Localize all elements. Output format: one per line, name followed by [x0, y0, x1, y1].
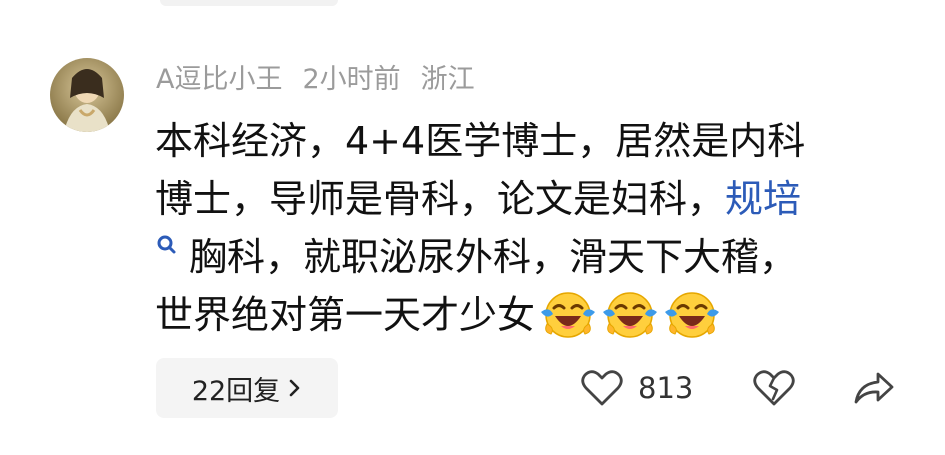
dislike-button[interactable]	[752, 366, 796, 410]
previous-reply-button-edge[interactable]	[160, 0, 338, 6]
comment-line-3-text: 胸科，就职泌尿外科，滑天下大稽，	[189, 235, 798, 279]
comment-line-4-text: 世界绝对第一天才少女	[155, 293, 536, 337]
share-button[interactable]	[852, 366, 896, 410]
comment-meta: A逗比小王 2小时前 浙江	[156, 60, 495, 100]
avatar[interactable]	[50, 58, 124, 132]
laughing-crying-emoji-icon	[663, 288, 721, 340]
laughing-crying-emoji-icon	[539, 288, 597, 340]
laughing-crying-emoji-icon	[601, 288, 659, 340]
broken-heart-icon	[752, 368, 796, 408]
comment-line-2: 博士，导师是骨科，论文是妇科，规培	[155, 170, 915, 228]
like-button[interactable]: 813	[580, 366, 693, 410]
username[interactable]: A逗比小王	[156, 64, 282, 95]
search-keyword-link[interactable]: 规培	[725, 177, 801, 221]
timestamp: 2小时前	[302, 64, 401, 95]
comment-line-3: 胸科，就职泌尿外科，滑天下大稽，	[155, 228, 915, 286]
share-icon	[852, 368, 896, 408]
replies-button[interactable]: 22回复	[156, 358, 338, 418]
chevron-right-icon	[288, 378, 302, 398]
location: 浙江	[420, 64, 475, 95]
replies-label: 22回复	[191, 375, 281, 407]
comment-body: 本科经济，4+4医学博士，居然是内科 博士，导师是骨科，论文是妇科，规培 胸科，…	[155, 112, 915, 344]
comment-line-1: 本科经济，4+4医学博士，居然是内科	[155, 119, 806, 163]
comment-line-2-text: 博士，导师是骨科，论文是妇科，	[155, 177, 726, 221]
like-count: 813	[638, 371, 694, 405]
comment-line-4: 世界绝对第一天才少女	[155, 286, 915, 344]
search-icon[interactable]	[155, 232, 181, 262]
heart-icon	[580, 368, 624, 408]
